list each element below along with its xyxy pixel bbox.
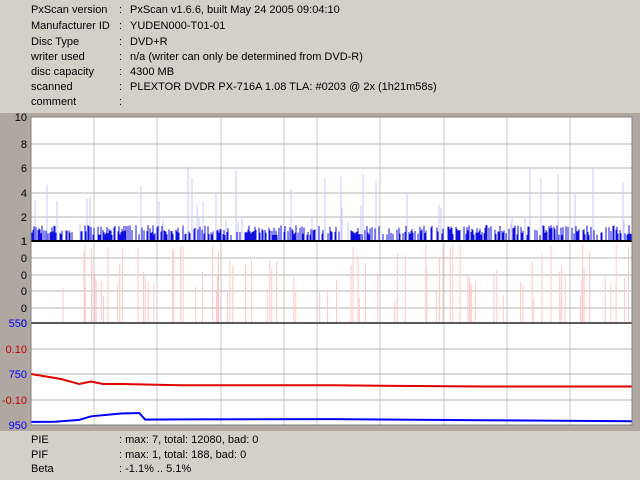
info-key: Disc Type	[31, 36, 80, 48]
pif-tick-label: 0	[21, 286, 27, 298]
info-colon: :	[119, 51, 123, 63]
scan-summary-panel: PIE : max: 7, total: 12080, bad: 0 PIF :…	[0, 431, 640, 480]
info-value: YUDEN000-T01-01	[130, 20, 226, 32]
summary-value: : max: 7, total: 12080, bad: 0	[119, 434, 259, 446]
pif-tick-label: 0	[21, 270, 27, 282]
pie-tick-label: 6	[21, 163, 27, 175]
info-key: disc capacity	[31, 66, 94, 78]
scan-graph-area: 10 8 6 4 2 1 1 0 0 0 0 0 550 0.10 750 -0.10 950	[0, 113, 640, 431]
summary-row-pie: PIE : max: 7, total: 12080, bad: 0	[0, 433, 640, 448]
info-row-disc-type: Disc Type : DVD+R	[0, 35, 640, 50]
info-colon: :	[119, 4, 123, 16]
info-key: Manufacturer ID	[31, 20, 110, 32]
pie-tick-label: 10	[15, 113, 27, 124]
beta-jitter-tick-label: 550	[9, 318, 27, 330]
info-colon: :	[119, 81, 123, 93]
summary-value: : max: 1, total: 188, bad: 0	[119, 449, 247, 461]
info-row-comment: comment :	[0, 95, 640, 110]
summary-key: PIE	[31, 434, 49, 446]
info-colon: :	[119, 36, 123, 48]
info-key: PxScan version	[31, 4, 108, 16]
pif-tick-label: 1	[21, 236, 27, 248]
info-row-manufacturer: Manufacturer ID : YUDEN000-T01-01	[0, 19, 640, 34]
summary-key: Beta	[31, 463, 54, 475]
info-value: n/a (writer can only be determined from …	[130, 51, 363, 63]
info-value: PLEXTOR DVDR PX-716A 1.08 TLA: #0203 @ 2…	[130, 81, 437, 93]
pie-tick-label: 2	[21, 212, 27, 224]
info-key: writer used	[31, 51, 85, 63]
pie-tick-label: 8	[21, 139, 27, 151]
info-value: 4300 MB	[130, 66, 175, 78]
info-colon: :	[119, 66, 123, 78]
beta-jitter-tick-label: -0.10	[2, 395, 27, 407]
summary-value: : -1.1% .. 5.1%	[119, 463, 192, 475]
summary-key: PIF	[31, 449, 49, 461]
info-value: DVD+R	[130, 36, 168, 48]
summary-row-beta: Beta : -1.1% .. 5.1%	[0, 462, 640, 477]
pif-tick-label: 0	[21, 303, 27, 315]
info-row-writer: writer used : n/a (writer can only be de…	[0, 50, 640, 65]
beta-jitter-tick-label: 750	[9, 369, 27, 381]
pie-tick-label: 4	[21, 188, 27, 200]
summary-row-pif: PIF : max: 1, total: 188, bad: 0	[0, 448, 640, 463]
beta-jitter-tick-label: 0.10	[6, 344, 27, 356]
info-value: PxScan v1.6.6, built May 24 2005 09:04:1…	[130, 4, 340, 16]
info-colon: :	[119, 96, 123, 108]
info-key: comment	[31, 96, 77, 108]
info-row-scanned: scanned : PLEXTOR DVDR PX-716A 1.08 TLA:…	[0, 80, 640, 95]
info-row-capacity: disc capacity : 4300 MB	[0, 65, 640, 80]
plot-panel-bg	[31, 117, 632, 241]
scan-info-panel: PxScan version : PxScan v1.6.6, built Ma…	[0, 0, 640, 113]
scan-graph: 10864211000005500.10750-0.10950	[2, 113, 633, 431]
beta-jitter-tick-label: 950	[9, 420, 27, 431]
info-key: scanned	[31, 81, 73, 93]
info-colon: :	[119, 20, 123, 32]
info-row-version: PxScan version : PxScan v1.6.6, built Ma…	[0, 3, 640, 18]
pif-tick-label: 0	[21, 253, 27, 265]
